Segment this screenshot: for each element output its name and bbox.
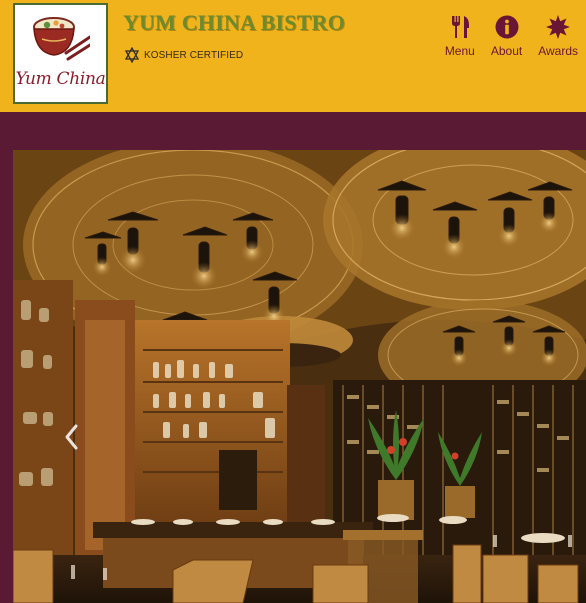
restaurant-interior-image	[13, 150, 586, 603]
hero-carousel[interactable]	[13, 150, 586, 603]
logo[interactable]: Yum China	[13, 3, 108, 104]
chevron-left-icon[interactable]	[61, 422, 83, 452]
nav-label-about: About	[490, 44, 523, 58]
nav-item-about[interactable]: About	[491, 14, 522, 58]
kosher-label: KOSHER CERTIFIED	[144, 49, 244, 61]
kosher-badge: KOSHER CERTIFIED	[124, 47, 243, 63]
info-icon	[495, 15, 519, 39]
noodle-bowl-icon	[33, 17, 90, 61]
star-of-david-icon	[124, 47, 140, 63]
nav-label-awards: Awards	[538, 44, 578, 58]
nav-item-menu[interactable]: Menu	[445, 14, 475, 58]
logo-text: Yum China	[15, 69, 106, 89]
fork-knife-icon	[451, 16, 469, 38]
main-nav: Menu About Awards	[429, 14, 578, 58]
site-title[interactable]: YUM CHINA BISTRO	[123, 10, 345, 36]
nav-item-awards[interactable]: Awards	[538, 14, 578, 58]
header-divider-band	[0, 112, 586, 150]
award-burst-icon	[546, 15, 571, 39]
site-header: Yum China YUM CHINA BISTRO KOSHER CERTIF…	[0, 0, 586, 112]
nav-label-menu: Menu	[444, 44, 475, 58]
